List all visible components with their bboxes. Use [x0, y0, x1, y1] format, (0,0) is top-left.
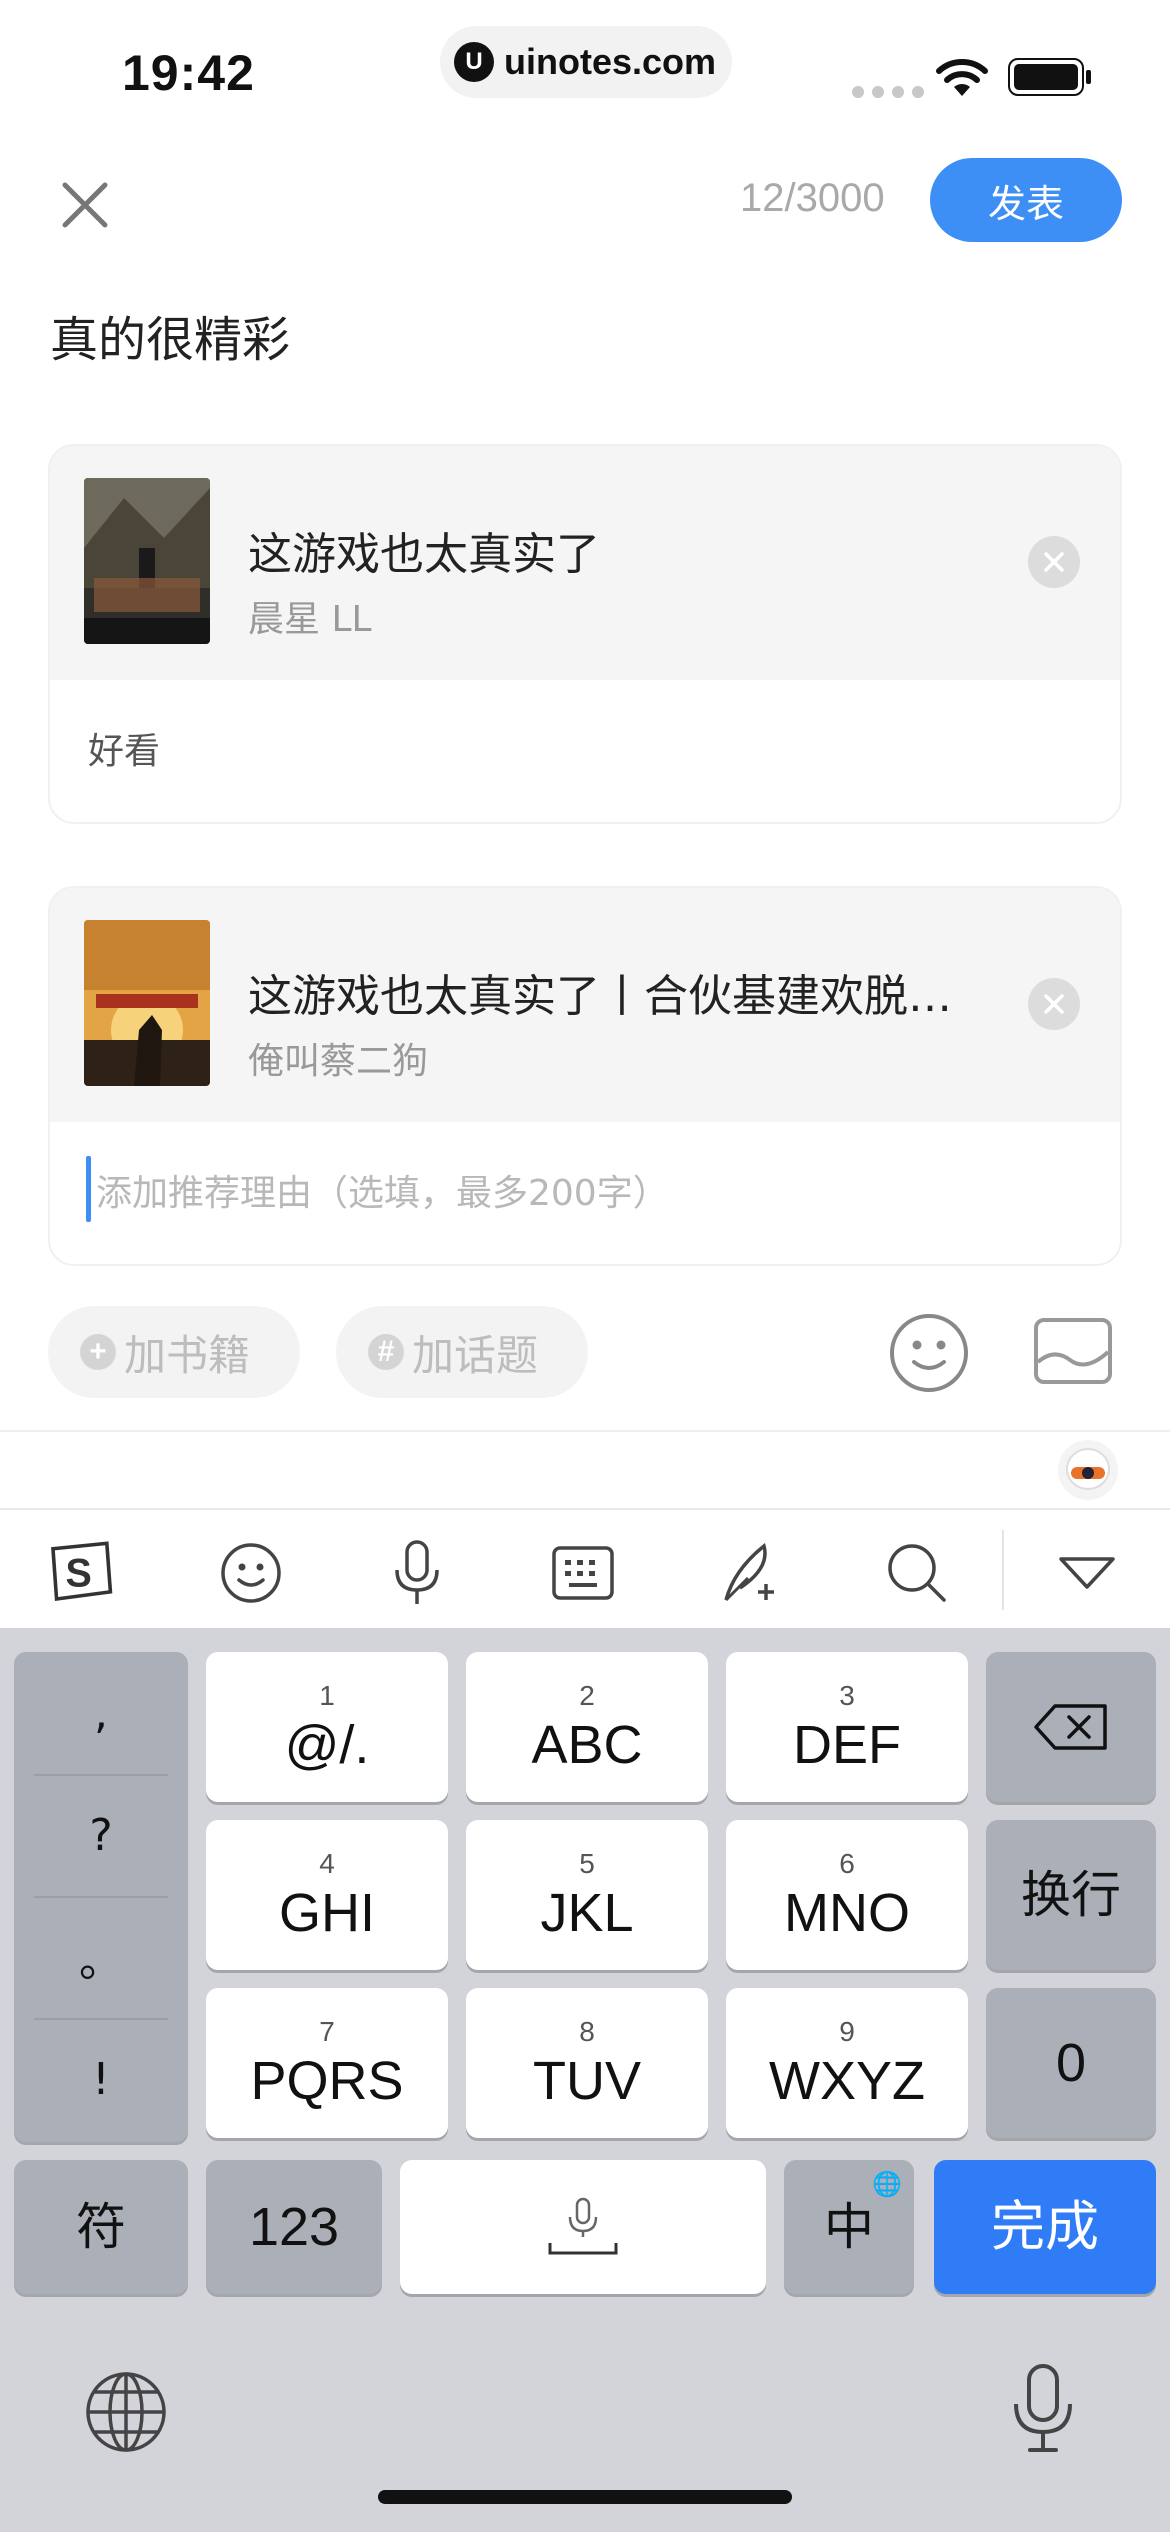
space-mic-icon [548, 2197, 618, 2255]
punct-key-period[interactable]: 。 [14, 1896, 188, 2018]
newline-key[interactable]: 换行 [986, 1820, 1156, 1970]
globe-icon[interactable] [84, 2370, 168, 2454]
key-7[interactable]: 7 PQRS [206, 1988, 448, 2138]
hashtag-icon: # [368, 1334, 404, 1370]
url-text: uinotes.com [504, 41, 717, 82]
search-icon[interactable] [882, 1538, 952, 1608]
book-title: 这游戏也太真实了 [248, 529, 600, 580]
globe-icon: 🌐 [872, 2171, 902, 2198]
publish-button[interactable]: 发表 [930, 158, 1122, 242]
space-key[interactable] [400, 2160, 766, 2294]
uinotes-logo-icon: U [454, 42, 494, 82]
dictation-mic-icon[interactable] [1010, 2364, 1076, 2454]
home-indicator [378, 2490, 792, 2504]
cellular-signal-icon [852, 86, 924, 98]
key-1[interactable]: 1 @/. [206, 1652, 448, 1802]
key-0[interactable]: 0 [986, 1988, 1156, 2138]
book-cover[interactable] [84, 920, 210, 1086]
emoji-icon[interactable] [888, 1312, 970, 1394]
key-8[interactable]: 8 TUV [466, 1988, 708, 2138]
url-pill: U uinotes.com [440, 26, 732, 98]
plus-icon: + [80, 1334, 116, 1370]
key-2[interactable]: 2 ABC [466, 1652, 708, 1802]
add-book-label: 加书籍 [124, 1330, 251, 1380]
close-button[interactable] [50, 170, 120, 240]
book-cover[interactable] [84, 478, 210, 644]
key-9[interactable]: 9 WXYZ [726, 1988, 968, 2138]
punct-key-exclaim[interactable]: ! [14, 2018, 188, 2140]
keyboard-toolbar: S [0, 1508, 1170, 1628]
add-topic-button[interactable]: # 加话题 [336, 1306, 588, 1398]
svg-text:S: S [66, 1551, 92, 1595]
symbols-key[interactable]: 符 [14, 2160, 188, 2294]
punct-key-question[interactable]: ? [14, 1774, 188, 1896]
punctuation-column: , ? 。 ! [14, 1652, 188, 2142]
image-icon[interactable] [1034, 1318, 1112, 1384]
wifi-icon [936, 59, 988, 96]
close-icon [1044, 994, 1064, 1014]
backspace-key[interactable] [986, 1652, 1156, 1802]
book-title: 这游戏也太真实了丨合伙基建欢脱… [248, 971, 952, 1022]
remove-book-button[interactable] [1028, 536, 1080, 588]
status-time: 19:42 [122, 45, 255, 101]
toolbar-separator [1002, 1530, 1004, 1610]
numbers-key[interactable]: 123 [206, 2160, 382, 2294]
book-card: 这游戏也太真实了丨合伙基建欢脱… 俺叫蔡二狗 添加推荐理由（选填，最多200字） [48, 886, 1122, 1266]
post-text-input[interactable]: 真的很精彩 [50, 300, 290, 370]
close-icon [1044, 552, 1064, 572]
emoji-icon[interactable] [216, 1538, 286, 1608]
recommend-reason-input[interactable]: 添加推荐理由（选填，最多200字） [96, 1164, 669, 1216]
input-assistant-icon[interactable] [1058, 1440, 1118, 1500]
key-3[interactable]: 3 DEF [726, 1652, 968, 1802]
chinese-mode-key[interactable]: 🌐 中 [784, 2160, 914, 2294]
done-key[interactable]: 完成 [934, 2160, 1156, 2294]
add-book-button[interactable]: + 加书籍 [48, 1306, 300, 1398]
book-author: 俺叫蔡二狗 [248, 1041, 429, 1082]
book-card: 这游戏也太真实了 晨星 LL 好看 [48, 444, 1122, 824]
punct-key-comma[interactable]: , [14, 1652, 188, 1774]
backspace-icon [1034, 1704, 1107, 1750]
collapse-keyboard-icon[interactable] [1052, 1538, 1122, 1608]
book-author: 晨星 LL [248, 599, 372, 640]
key-5[interactable]: 5 JKL [466, 1820, 708, 1970]
sogou-logo-icon[interactable]: S [44, 1538, 114, 1608]
key-6[interactable]: 6 MNO [726, 1820, 968, 1970]
recommend-reason-input[interactable]: 好看 [88, 722, 160, 774]
battery-icon [1008, 58, 1091, 96]
keyboard-icon[interactable] [548, 1538, 618, 1608]
add-topic-label: 加话题 [412, 1330, 539, 1380]
char-count: 12/3000 [740, 176, 885, 220]
text-cursor [86, 1156, 91, 1222]
key-4[interactable]: 4 GHI [206, 1820, 448, 1970]
close-icon [62, 182, 108, 228]
remove-book-button[interactable] [1028, 978, 1080, 1030]
handwriting-icon[interactable] [716, 1538, 786, 1608]
divider [0, 1430, 1170, 1432]
microphone-icon[interactable] [382, 1538, 452, 1608]
keyboard: , ? 。 ! 1 @/. 2 ABC 3 DEF 4 GHI 5 JKL 6 … [0, 1628, 1170, 2532]
